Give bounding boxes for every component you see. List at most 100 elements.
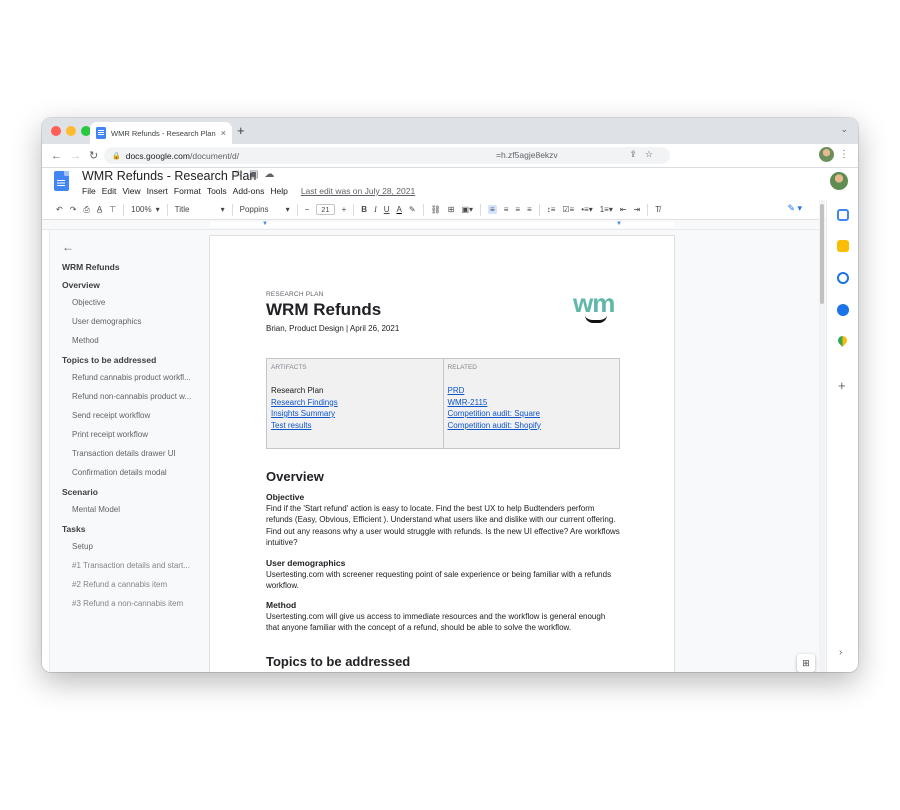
left-indent-marker-icon[interactable]: ▼	[262, 221, 268, 227]
outline-item[interactable]: #1 Transaction details and start...	[62, 561, 212, 570]
browser-menu-icon[interactable]: ⋮	[839, 149, 849, 160]
comment-icon[interactable]: ⊞	[448, 205, 455, 214]
outline-item[interactable]: Refund cannabis product workfl...	[62, 373, 212, 382]
outline-heading[interactable]: Overview	[62, 280, 212, 290]
new-tab-button[interactable]: +	[237, 123, 245, 138]
get-addons-plus-icon[interactable]: +	[838, 378, 846, 393]
keep-icon[interactable]	[837, 240, 849, 252]
url-input[interactable]: 🔒 docs.google.com/document/d/ =h.zf5agje…	[104, 147, 670, 164]
image-icon[interactable]: ▣▾	[461, 205, 473, 214]
menu-view[interactable]: View	[122, 186, 140, 196]
outline-item[interactable]: Refund non-cannabis product w...	[62, 392, 212, 401]
close-outline-arrow-icon[interactable]: ←	[62, 240, 212, 254]
scroll-thumb[interactable]	[820, 204, 824, 304]
reload-icon[interactable]: ↻	[89, 149, 98, 162]
line-spacing-icon[interactable]: ↕≡	[547, 205, 556, 214]
tab-search-chevron-icon[interactable]: ⌄	[840, 124, 848, 135]
underline-icon[interactable]: U	[384, 205, 390, 214]
outline-item[interactable]: Confirmation details modal	[62, 468, 212, 477]
italic-icon[interactable]: I	[374, 205, 377, 214]
outline-item[interactable]: Send receipt workflow	[62, 411, 212, 420]
outline-item[interactable]: Setup	[62, 542, 212, 551]
align-center-icon[interactable]: ≡	[504, 205, 509, 214]
document-title[interactable]: WMR Refunds - Research Plan	[82, 169, 256, 183]
user-avatar[interactable]	[830, 172, 848, 190]
outline-heading[interactable]: Tasks	[62, 524, 212, 534]
close-window-button[interactable]	[51, 126, 61, 136]
undo-icon[interactable]: ↶	[56, 205, 63, 214]
tasks-icon[interactable]	[837, 272, 849, 284]
menu-edit[interactable]: Edit	[102, 186, 117, 196]
back-arrow-icon[interactable]: ←	[51, 150, 62, 162]
text-color-icon[interactable]: A	[397, 205, 402, 214]
outline-item[interactable]: Method	[62, 336, 212, 345]
outline-item[interactable]: User demographics	[62, 317, 212, 326]
docs-logo-icon[interactable]	[54, 171, 69, 191]
print-icon[interactable]: ⎙	[83, 205, 89, 215]
document-page[interactable]: RESEARCH PLAN WRM Refunds Brian, Product…	[210, 236, 674, 672]
last-edit-link[interactable]: Last edit was on July 28, 2021	[301, 186, 415, 196]
add-comment-button[interactable]: ⊞	[797, 654, 815, 672]
editing-mode-pencil-icon[interactable]: ✎ ▾	[787, 203, 802, 214]
browser-tab[interactable]: WMR Refunds - Research Plan ×	[90, 122, 232, 144]
outline-item[interactable]: Mental Model	[62, 505, 212, 514]
link-icon[interactable]: ⛓	[431, 205, 441, 214]
outline-title[interactable]: WRM Refunds	[62, 262, 212, 272]
demographics-text: Usertesting.com with screener requesting…	[266, 570, 612, 591]
outline-item[interactable]: Transaction details drawer UI	[62, 449, 212, 458]
bold-icon[interactable]: B	[361, 205, 367, 214]
outline-item[interactable]: #3 Refund a non-cannabis item	[62, 599, 212, 608]
share-and-star-icons[interactable]: ⇪☆	[629, 149, 661, 160]
related-link[interactable]: Competition audit: Shopify	[448, 420, 616, 432]
clear-formatting-icon[interactable]: T̸	[655, 205, 660, 214]
checklist-icon[interactable]: ☑≡	[562, 205, 574, 214]
zoom-select[interactable]: 100% ▾	[131, 205, 159, 214]
menu-format[interactable]: Format	[174, 186, 201, 196]
related-link[interactable]: PRD	[448, 385, 616, 397]
star-folder-cloud-icons[interactable]: ☆▣☁	[234, 169, 280, 180]
tab-close-icon[interactable]: ×	[221, 128, 226, 138]
menu-tools[interactable]: Tools	[207, 186, 227, 196]
menu-addons[interactable]: Add-ons	[233, 186, 265, 196]
outline-item[interactable]: #2 Refund a cannabis item	[62, 580, 212, 589]
right-indent-marker-icon[interactable]: ▼	[616, 221, 622, 227]
calendar-icon[interactable]	[837, 209, 849, 221]
numbered-list-icon[interactable]: 1≡▾	[600, 205, 613, 214]
outline-item[interactable]: Objective	[62, 298, 212, 307]
show-side-panel-chevron-icon[interactable]: ›	[839, 647, 842, 658]
related-link[interactable]: WMR-2115	[448, 397, 616, 409]
decrease-font-size-icon[interactable]: −	[305, 205, 310, 214]
minimize-window-button[interactable]	[66, 126, 76, 136]
document-scrollbar[interactable]	[819, 200, 825, 672]
maps-icon[interactable]	[836, 334, 849, 347]
spellcheck-icon[interactable]: A̲	[97, 205, 102, 214]
increase-font-size-icon[interactable]: +	[342, 205, 347, 214]
contacts-icon[interactable]	[837, 304, 849, 316]
font-select[interactable]: Poppins ▾	[240, 205, 290, 214]
menu-file[interactable]: File	[82, 186, 96, 196]
align-justify-icon[interactable]: ≡	[527, 205, 532, 214]
artifact-link[interactable]: Insights Summary	[271, 408, 439, 420]
outline-heading[interactable]: Topics to be addressed	[62, 355, 212, 365]
menu-insert[interactable]: Insert	[147, 186, 168, 196]
bulleted-list-icon[interactable]: •≡▾	[581, 205, 592, 214]
style-select[interactable]: Title ▾	[175, 205, 225, 214]
paint-format-icon[interactable]: ⊤	[109, 205, 116, 214]
increase-indent-icon[interactable]: ⇥	[634, 205, 641, 214]
decrease-indent-icon[interactable]: ⇤	[620, 205, 627, 214]
artifact-link[interactable]: Research Findings	[271, 397, 439, 409]
forward-arrow-icon[interactable]: →	[70, 150, 81, 162]
artifact-link[interactable]: Test results	[271, 420, 439, 432]
related-link[interactable]: Competition audit: Square	[448, 408, 616, 420]
highlight-icon[interactable]: ✎	[409, 205, 416, 214]
horizontal-ruler: ▼ ▼	[42, 220, 826, 230]
outline-item[interactable]: Print receipt workflow	[62, 430, 212, 439]
redo-icon[interactable]: ↷	[70, 205, 77, 214]
font-size-input[interactable]: 21	[316, 204, 335, 215]
align-right-icon[interactable]: ≡	[515, 205, 520, 214]
overview-heading: Overview	[266, 469, 324, 484]
align-left-icon[interactable]: ≡	[488, 205, 497, 214]
outline-heading[interactable]: Scenario	[62, 487, 212, 497]
menu-help[interactable]: Help	[270, 186, 287, 196]
profile-avatar[interactable]	[819, 147, 834, 162]
